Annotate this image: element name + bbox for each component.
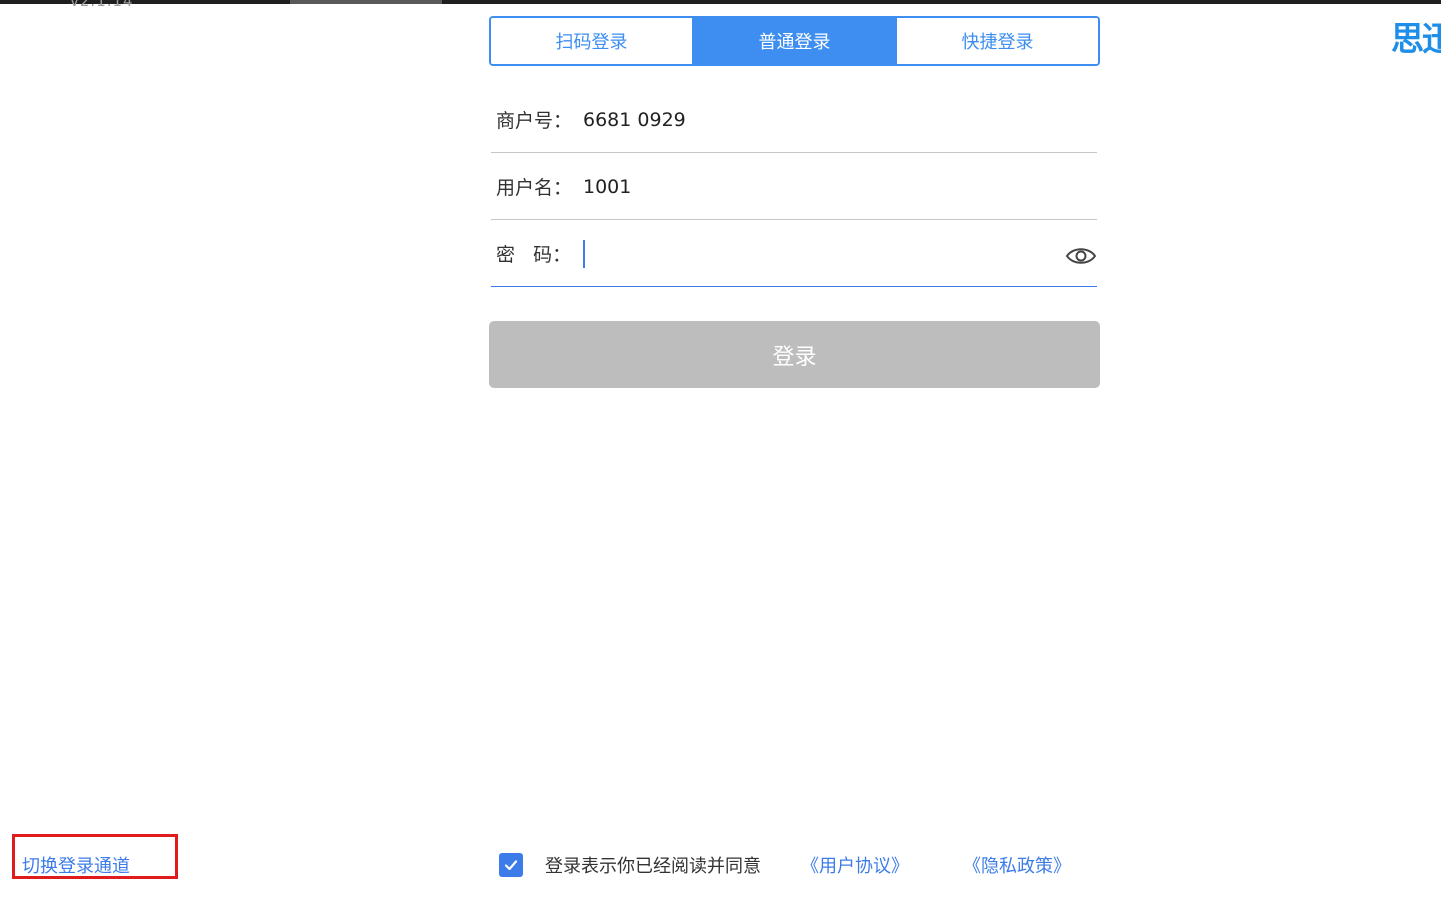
login-button[interactable]: 登录: [489, 321, 1100, 388]
agree-text: 登录表示你已经阅读并同意: [545, 856, 761, 877]
password-label: 密 码：: [496, 244, 572, 266]
top-status-bar: [0, 0, 1441, 4]
top-bar-notch: [290, 0, 442, 4]
check-icon: [504, 860, 518, 871]
username-input[interactable]: 1001: [583, 172, 1097, 202]
tab-normal-login[interactable]: 普通登录: [692, 18, 895, 64]
agreement-row: 登录表示你已经阅读并同意: [499, 852, 761, 878]
privacy-policy-link[interactable]: 《隐私政策》: [963, 852, 1071, 878]
login-mode-tabs: 扫码登录 普通登录 快捷登录: [489, 16, 1100, 66]
eye-icon[interactable]: [1065, 245, 1097, 267]
merchant-field: 商户号： 6681 0929: [491, 87, 1097, 153]
tab-quick-login[interactable]: 快捷登录: [895, 18, 1098, 64]
username-field: 用户名： 1001: [491, 154, 1097, 220]
agree-checkbox[interactable]: [499, 853, 523, 877]
user-agreement-link[interactable]: 《用户协议》: [801, 852, 909, 878]
merchant-label: 商户号：: [496, 110, 573, 132]
brand-logo: 思迅: [1391, 19, 1441, 58]
username-label: 用户名：: [496, 177, 573, 199]
merchant-value: 6681 0929: [583, 108, 686, 131]
password-field: 密 码：: [491, 221, 1097, 287]
tab-scan-login[interactable]: 扫码登录: [491, 18, 692, 64]
username-value: 1001: [583, 175, 632, 198]
text-caret: [583, 239, 585, 268]
merchant-input[interactable]: 6681 0929: [583, 105, 1097, 135]
password-input[interactable]: [583, 239, 1097, 269]
app-version: v2.1.14: [70, 0, 134, 10]
switch-login-channel-link[interactable]: 切换登录通道: [22, 852, 130, 878]
